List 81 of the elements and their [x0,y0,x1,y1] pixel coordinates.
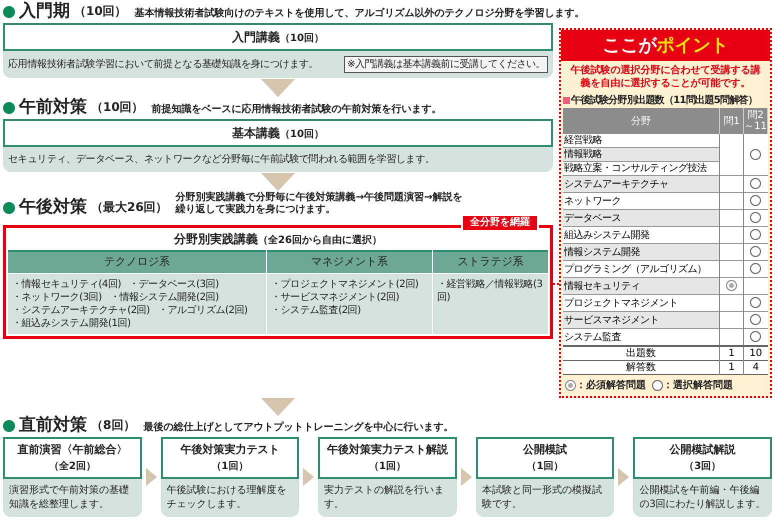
phase-title: 直前対策 [19,417,87,434]
summary-cell: 10 [744,346,768,360]
step-title: 直前演習〈午前総合〉 [17,442,128,458]
step-count: （1回） [211,460,248,474]
category-item: ・組込みシステム開発(1回) [12,316,131,330]
summary-cell: 1 [720,360,744,374]
phase-count: （10回） [91,99,144,116]
course-note: ※入門講義は基本講義前に受講してください。 [344,56,548,73]
category-item: ・サービスマネジメント(2回) [271,290,400,304]
phase-description: 分野別実践講義で分野毎に午後対策講義→午後問題演習→解説を [176,192,462,203]
phase-count: （10回） [74,3,127,20]
field-cell: ネットワーク [563,192,720,210]
phase-description: 基本情報技術者試験向けのテキストを使用して、アルゴリズム以外のテクノロジ分野を学習します。 [134,8,585,20]
step-description: 午後試験における理解度をチェックします。 [166,484,288,512]
step-description: 公開模試を午前編・午後編の3回にわたり解説します。 [638,484,767,512]
step-count: （3回） [684,460,722,474]
course-title: 入門講義 [232,29,280,46]
phase-description: 繰り返して実践力を身につけます。 [176,204,337,216]
phase-title: 入門期 [19,3,70,20]
category-item: ・アルゴリズム(2回) [158,304,248,316]
phase-count: （最大26回） [91,199,168,216]
course-count: （10回） [280,128,324,142]
coverage-tag: 全分野を網羅 [461,214,539,232]
right-arrow-icon [146,468,157,486]
field-cell: プロジェクトマネジメント [563,294,720,312]
phase-description: 最後の総仕上げとしてアウトプットトレーニングを中心に行います。 [143,422,454,434]
category-heading: ストラテジ系 [433,250,548,272]
step-count: （全2回） [48,460,96,474]
category-heading: テクノロジ系 [8,250,266,272]
category-item: ・システムアーキテクチャ(2回) [12,304,150,316]
field-cell: 組込みシステム開発 [563,226,720,244]
category-item: ・情報システム開発(2回) [110,290,219,304]
phase-title: 午前対策 [19,99,87,116]
course-description: セキュリティ、データベース、ネットワークなど分野毎に午前試験で問われる範囲を学習します。 [8,152,435,167]
right-arrow-icon [303,468,314,486]
summary-label: 解答数 [563,360,720,374]
down-arrow-icon [261,398,295,416]
down-arrow-icon [261,79,295,97]
course-count: （10回） [280,32,324,46]
point-lead: 午後試験の選択分野に合わせて受講する講義を自由に選択することが可能です。 [569,64,762,91]
category-heading: マネジメント系 [267,250,432,272]
phase-description: 前提知識をベースに応用情報技術者試験の午前対策を行います。 [152,104,442,116]
phase-count: （8回） [91,417,136,434]
square-bullet-icon [563,97,570,104]
field-cell: 情報システム開発 [563,244,720,260]
field-cell: システムアーキテクチャ [563,176,720,192]
step-title: 公開模試 [523,442,568,458]
legend-label: ：必須解答問題 [576,378,646,393]
field-cell: プログラミング（アルゴリズム） [563,260,720,278]
course-count: （全26回から自由に選択） [258,234,382,248]
step-description: 演習形式で午前対策の基礎知識を総整理します。 [8,484,130,512]
category-item: ・プロジェクトマネジメント(2回) [271,278,418,290]
step-description: 実力テストの解説を行います。 [323,484,446,512]
step-count: （1回） [369,460,406,474]
category-item: ・経営戦略／情報戦略(3回) [437,278,544,304]
course-description: 応用情報技術者試験学習において前提となる基礎知識を身につけます。 [8,58,318,72]
step-title: 公開模試解説 [670,442,736,458]
field-cell: 経営戦略 [563,134,720,148]
field-cell: データベース [563,210,720,226]
field-cell: サービスマネジメント [563,312,720,328]
field-cell: 情報セキュリティ [563,278,720,294]
right-arrow-icon [618,468,630,486]
category-item: ・ネットワーク(3回) [12,290,102,304]
banner-title: ここがポイント [602,35,728,56]
step-description: 本試験と同一形式の模擬試験です。 [480,484,603,512]
legend-label: ：選択解答問題 [663,378,733,393]
right-arrow-icon [460,468,472,486]
course-title: 分野別実践講義 [174,231,258,248]
field-cell: 戦略立案・コンサルティング技法 [563,162,720,176]
course-title: 基本講義 [232,125,280,142]
category-item: ・システム監査(2回) [271,304,361,316]
step-title: 午後対策実力テスト [180,442,280,458]
category-item: ・データベース(3回) [128,278,219,290]
summary-cell: 4 [744,360,768,374]
down-arrow-icon [261,173,295,191]
field-cell: 情報戦略 [563,148,720,162]
phase-title: 午後対策 [19,199,87,216]
table-title: 午後試験分野別出題数（11問出題5問解答） [571,94,758,108]
step-count: （1回） [526,460,564,474]
step-title: 午後対策実力テスト解説 [326,442,448,458]
category-item: ・情報セキュリティ(4回) [12,278,121,290]
